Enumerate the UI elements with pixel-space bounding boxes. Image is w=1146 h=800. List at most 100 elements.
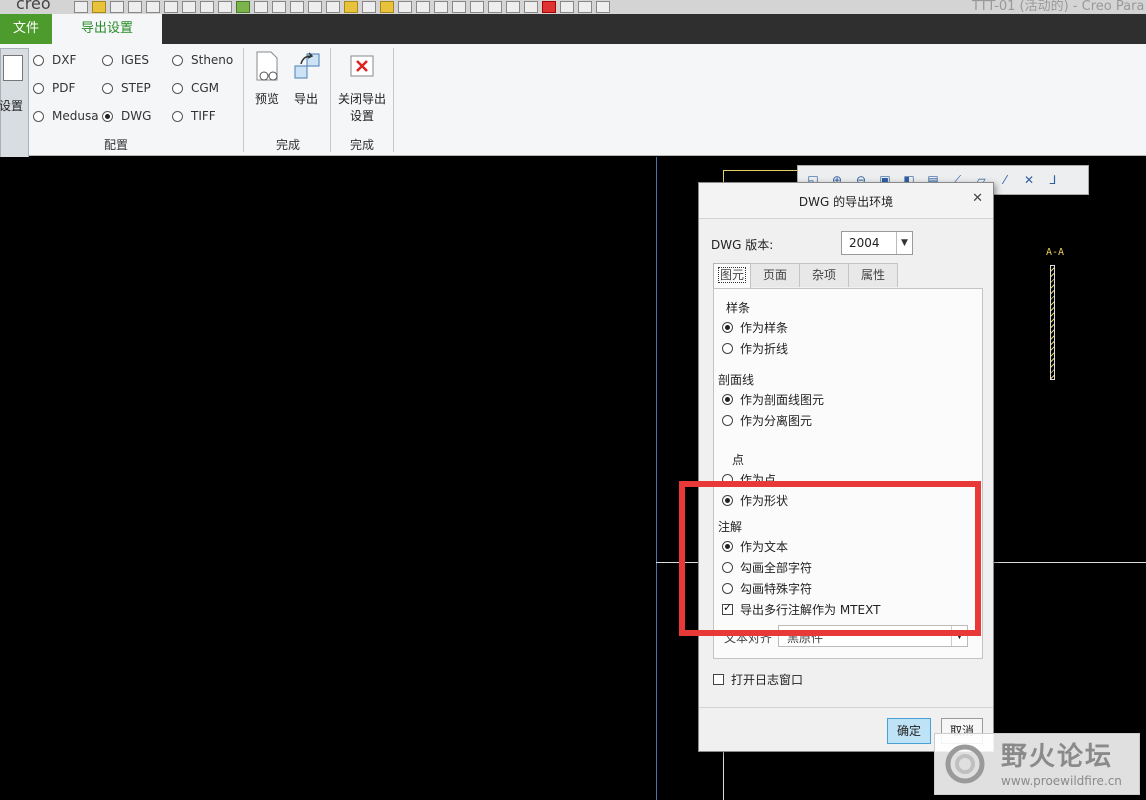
radio-icon	[33, 54, 44, 66]
drawing-border-line	[656, 157, 657, 800]
redo-icon[interactable]	[200, 1, 214, 13]
tab-misc[interactable]: 杂项	[799, 263, 850, 287]
tab-export-setup[interactable]: 导出设置	[52, 14, 162, 44]
format-dwg[interactable]: DWG	[102, 109, 151, 123]
export-icon	[291, 50, 321, 82]
ribbon: 设置 DXF PDF Medusa IGES STEP DWG Stheno C…	[0, 44, 1146, 172]
spline-as-spline[interactable]: 作为样条	[722, 319, 788, 336]
drawing-icon[interactable]	[470, 1, 484, 13]
undo-icon[interactable]	[182, 1, 196, 13]
radio-icon	[172, 110, 183, 122]
layer-icon[interactable]	[308, 1, 322, 13]
save-as-icon[interactable]	[128, 1, 142, 13]
setup-label: 设置	[0, 99, 24, 113]
relations-icon[interactable]	[578, 1, 592, 13]
app-logo: creo	[16, 0, 51, 13]
tool-icon[interactable]	[362, 1, 376, 13]
radio-icon	[33, 82, 44, 94]
close-export-setup-button[interactable]: 关闭导出 设置	[336, 50, 388, 124]
close-icon[interactable]: ✕	[972, 191, 983, 206]
tab-attributes[interactable]: 属性	[848, 263, 899, 287]
format-pdf[interactable]: PDF	[33, 81, 75, 95]
point-icon[interactable]: ⁄	[996, 171, 1014, 189]
drawing-line	[994, 562, 1146, 563]
radio-selected-icon	[722, 394, 733, 405]
hide-icon[interactable]	[524, 1, 538, 13]
export-button[interactable]: 导出	[291, 50, 321, 107]
divider	[330, 48, 331, 152]
settings-icon[interactable]	[416, 1, 430, 13]
radio-icon	[722, 415, 733, 426]
point-label: 点	[732, 453, 745, 467]
csys-icon[interactable]: ✕	[1020, 171, 1038, 189]
close-icon	[347, 50, 377, 82]
radio-icon	[172, 54, 183, 66]
spline-as-polyline[interactable]: 作为折线	[722, 340, 788, 357]
tab-page[interactable]: 页面	[750, 263, 801, 287]
table-icon[interactable]	[290, 1, 304, 13]
save-copy-icon[interactable]	[164, 1, 178, 13]
radio-icon	[33, 110, 44, 122]
section-label: A-A	[1046, 247, 1065, 258]
edit-icon[interactable]	[326, 1, 340, 13]
assembly-icon[interactable]	[452, 1, 466, 13]
radio-icon	[722, 343, 733, 354]
watermark-logo-icon	[945, 744, 985, 784]
preview-button[interactable]: 预览	[252, 50, 282, 107]
sheet-icon[interactable]	[272, 1, 286, 13]
hatch-as-hatch-entity[interactable]: 作为剖面线图元	[722, 391, 824, 408]
format-stheno[interactable]: Stheno	[172, 53, 233, 67]
watermark-url: www.proewildfire.cn	[1001, 774, 1122, 788]
radio-selected-icon	[102, 110, 113, 122]
group-label-finish-2: 完成	[349, 138, 374, 152]
format-iges[interactable]: IGES	[102, 53, 149, 67]
version-label: DWG 版本:	[711, 238, 774, 252]
save-icon[interactable]	[110, 1, 124, 13]
close-window-icon[interactable]	[218, 1, 232, 13]
radio-selected-icon	[722, 322, 733, 333]
dialog-tabs: 图元 页面 杂项 属性	[713, 263, 899, 289]
print-icon[interactable]	[146, 1, 160, 13]
window-icon[interactable]	[398, 1, 412, 13]
radio-icon	[172, 82, 183, 94]
format-dxf[interactable]: DXF	[33, 53, 76, 67]
setup-button[interactable]: 设置	[0, 48, 29, 172]
log-window-checkbox[interactable]: 打开日志窗口	[713, 671, 803, 688]
layout-icon[interactable]	[506, 1, 520, 13]
chevron-down-icon: ▼	[896, 232, 912, 254]
format-cgm[interactable]: CGM	[172, 81, 219, 95]
view-icon[interactable]	[380, 1, 394, 13]
watermark-name: 野火论坛	[1001, 742, 1114, 772]
quick-access-toolbar	[74, 1, 610, 13]
checkbox-icon	[713, 674, 724, 685]
model-icon[interactable]	[434, 1, 448, 13]
section-view	[1050, 265, 1055, 380]
image-icon[interactable]	[488, 1, 502, 13]
format-tiff[interactable]: TIFF	[172, 109, 216, 123]
new-icon[interactable]	[74, 1, 88, 13]
copy-icon[interactable]	[560, 1, 574, 13]
ok-button[interactable]: 确定	[887, 718, 931, 744]
version-select[interactable]: 2004 ▼	[841, 231, 913, 255]
annotation-icon[interactable]: ⅃	[1044, 171, 1062, 189]
document-icon	[3, 55, 23, 81]
regenerate-icon[interactable]	[236, 1, 250, 13]
hatch-as-separate-entities[interactable]: 作为分离图元	[722, 412, 812, 429]
open-icon[interactable]	[92, 1, 106, 13]
exit-icon[interactable]	[542, 1, 556, 13]
title-bar: creo TTT-01 (活动的) - Creo Para	[0, 0, 1146, 14]
tab-entities[interactable]: 图元	[713, 263, 752, 289]
hatch-label: 剖面线	[718, 373, 755, 387]
preview-icon	[252, 50, 282, 82]
format-step[interactable]: STEP	[102, 81, 151, 95]
format-medusa[interactable]: Medusa	[33, 109, 99, 123]
dwg-export-dialog: DWG 的导出环境 ✕ DWG 版本: 2004 ▼ 图元 页面 杂项 属性 样…	[698, 182, 994, 752]
tab-file[interactable]: 文件	[0, 14, 52, 44]
select-icon[interactable]	[254, 1, 268, 13]
window-switch-icon[interactable]	[596, 1, 610, 13]
window-title: TTT-01 (活动的) - Creo Para	[972, 0, 1145, 14]
spline-label: 样条	[726, 301, 751, 315]
smiley-icon[interactable]	[344, 1, 358, 13]
watermark: 野火论坛 www.proewildfire.cn	[934, 733, 1140, 795]
radio-icon	[102, 82, 113, 94]
